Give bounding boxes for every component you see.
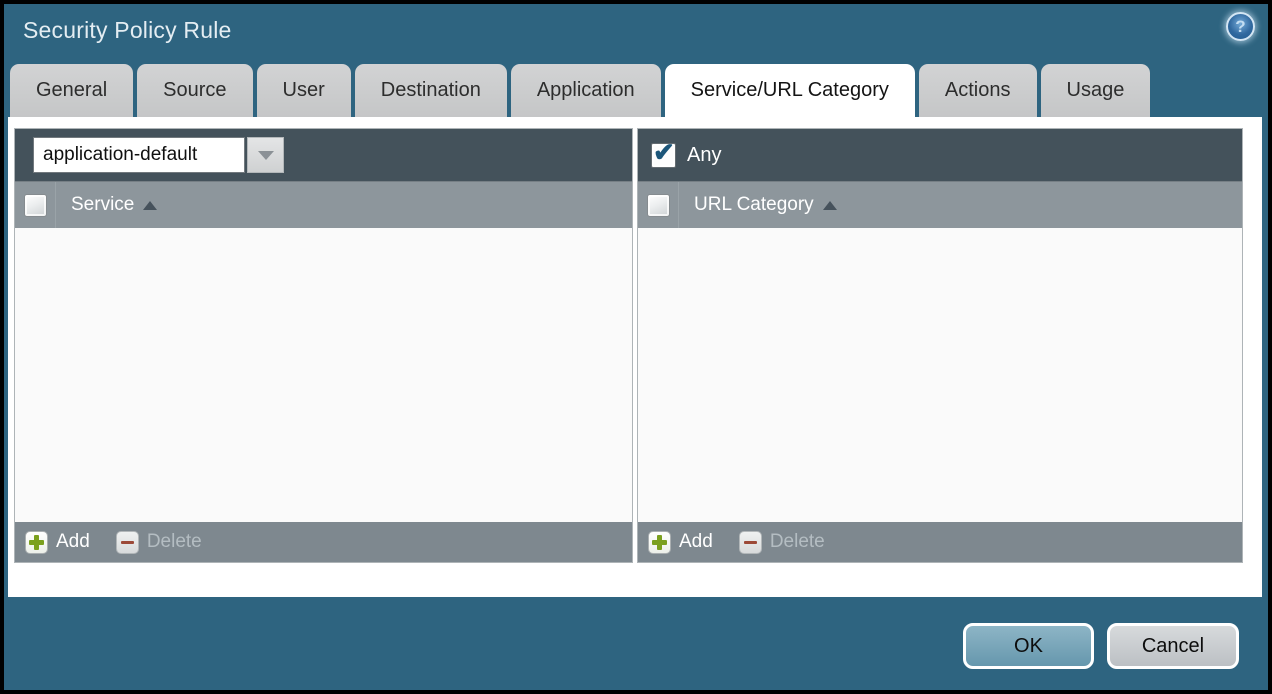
tab-service-url-category[interactable]: Service/URL Category	[665, 64, 915, 117]
service-table-header: Service	[15, 181, 632, 228]
url-category-add-button[interactable]: Add	[648, 531, 713, 554]
service-add-button[interactable]: Add	[25, 531, 90, 554]
url-category-column-header[interactable]: URL Category	[694, 194, 837, 216]
url-category-select-all-cell	[638, 182, 679, 228]
tab-user[interactable]: User	[257, 64, 351, 117]
service-add-label: Add	[56, 531, 90, 553]
tab-destination[interactable]: Destination	[355, 64, 507, 117]
checkmark-icon: ✔	[653, 137, 675, 168]
plus-icon	[648, 531, 671, 554]
service-delete-label: Delete	[147, 531, 202, 553]
minus-icon	[739, 531, 762, 554]
service-type-dropdown[interactable]: application-default	[33, 136, 284, 174]
url-category-select-all-checkbox[interactable]	[647, 194, 670, 217]
any-checkbox[interactable]: ✔	[651, 143, 676, 168]
any-label: Any	[687, 144, 721, 167]
url-category-panel: ✔ Any URL Category Add	[637, 128, 1243, 563]
url-category-toolbar: ✔ Any	[638, 129, 1242, 181]
url-category-column-label: URL Category	[694, 194, 814, 216]
plus-icon	[25, 531, 48, 554]
tab-actions[interactable]: Actions	[919, 64, 1037, 117]
tab-source[interactable]: Source	[137, 64, 252, 117]
service-table-body[interactable]	[15, 228, 632, 522]
sort-ascending-icon	[143, 201, 157, 210]
dialog-title: Security Policy Rule	[23, 17, 232, 44]
tab-general[interactable]: General	[10, 64, 133, 117]
tab-bar: GeneralSourceUserDestinationApplicationS…	[10, 64, 1150, 117]
security-policy-rule-dialog: Security Policy Rule ? GeneralSourceUser…	[4, 4, 1268, 690]
url-category-table-body[interactable]	[638, 228, 1242, 522]
service-type-dropdown-button[interactable]	[247, 137, 284, 173]
service-select-all-checkbox[interactable]	[24, 194, 47, 217]
ok-button[interactable]: OK	[963, 623, 1094, 669]
service-toolbar: application-default	[15, 129, 632, 181]
sort-ascending-icon	[823, 201, 837, 210]
dialog-content: application-default Service	[8, 117, 1262, 597]
url-category-table-header: URL Category	[638, 181, 1242, 228]
tab-application[interactable]: Application	[511, 64, 661, 117]
service-delete-button[interactable]: Delete	[116, 531, 202, 554]
help-icon[interactable]: ?	[1226, 12, 1255, 41]
url-category-footer: Add Delete	[638, 522, 1242, 562]
service-column-header[interactable]: Service	[71, 194, 157, 216]
minus-icon	[116, 531, 139, 554]
service-footer: Add Delete	[15, 522, 632, 562]
url-category-add-label: Add	[679, 531, 713, 553]
service-select-all-cell	[15, 182, 56, 228]
tab-usage[interactable]: Usage	[1041, 64, 1151, 117]
chevron-down-icon	[258, 151, 274, 160]
url-category-delete-label: Delete	[770, 531, 825, 553]
url-category-delete-button[interactable]: Delete	[739, 531, 825, 554]
service-panel: application-default Service	[14, 128, 633, 563]
cancel-button[interactable]: Cancel	[1107, 623, 1239, 669]
service-type-dropdown-value[interactable]: application-default	[33, 137, 245, 173]
service-column-label: Service	[71, 194, 134, 216]
